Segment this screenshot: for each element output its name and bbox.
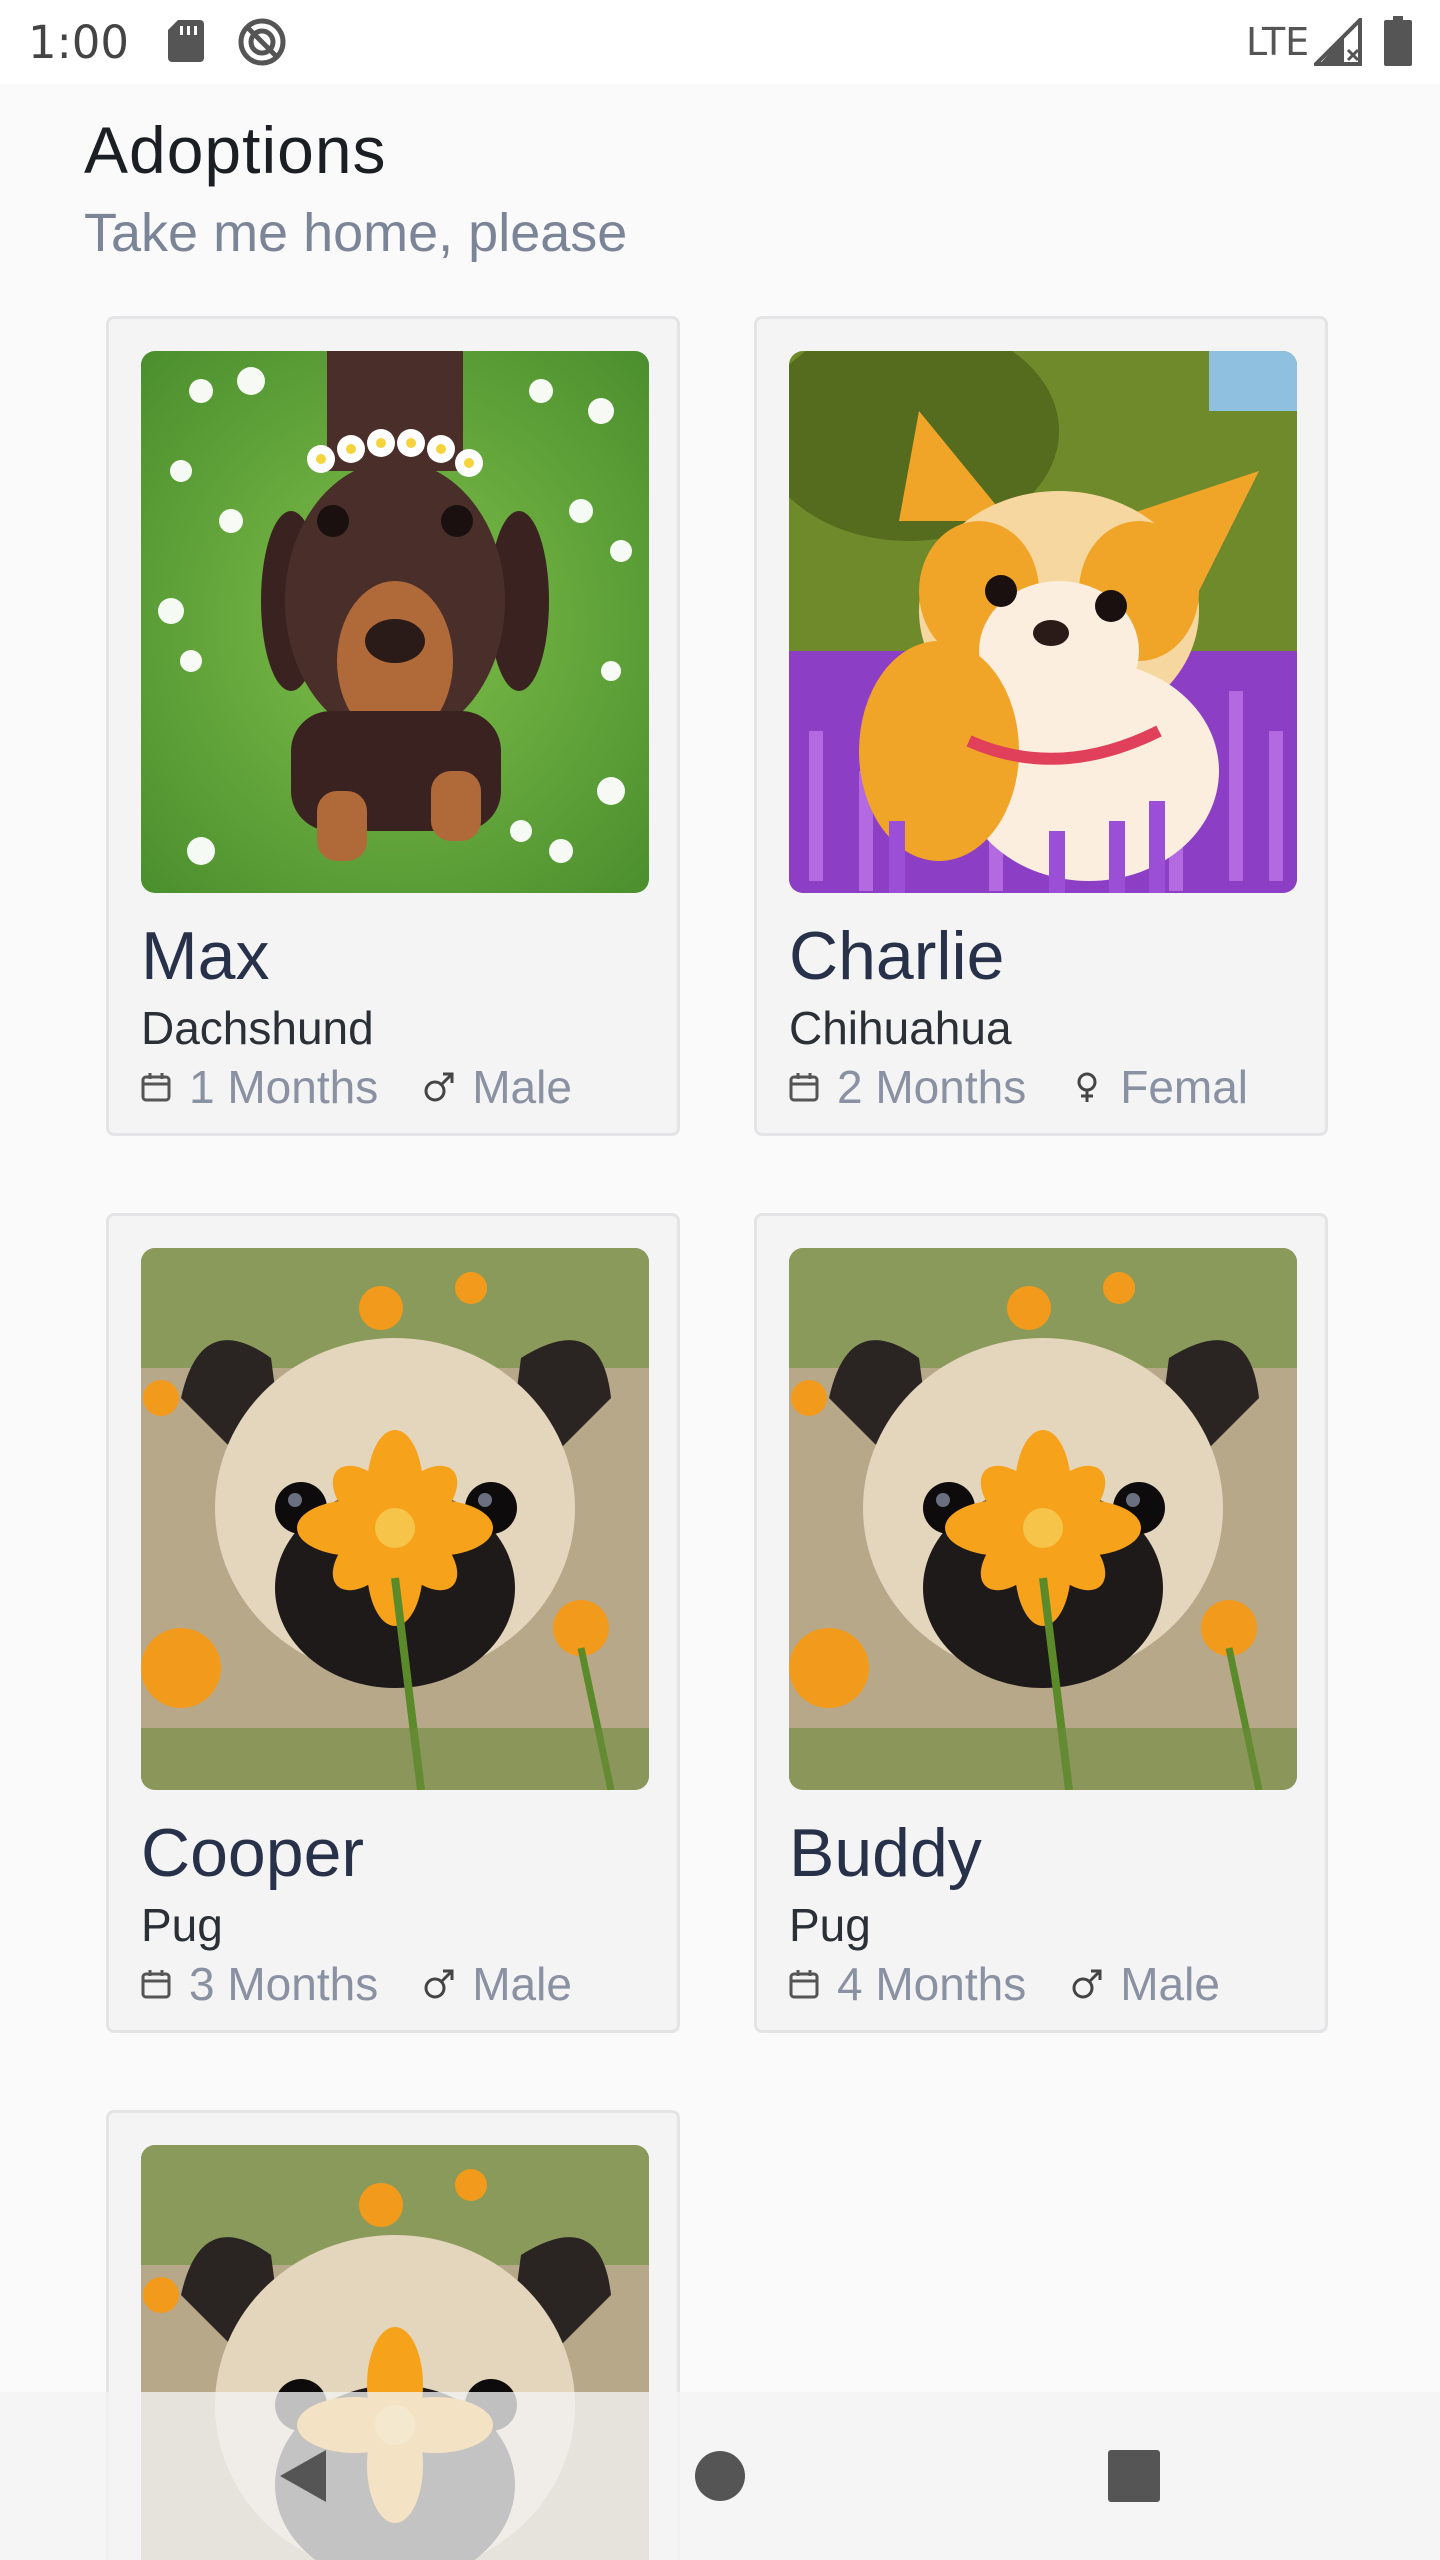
- pet-card-buddy[interactable]: Buddy Pug 4 Months Male: [754, 1213, 1328, 2033]
- page-subtitle: Take me home, please: [84, 203, 628, 263]
- calendar-icon: [789, 1073, 819, 1102]
- pet-name: Cooper: [141, 1815, 365, 1891]
- pet-breed: Pug: [141, 1899, 223, 1951]
- calendar-icon: [141, 1970, 171, 1999]
- male-icon: [424, 1969, 454, 1999]
- battery-icon: [1384, 16, 1412, 66]
- pet-gender: Femal: [1120, 1061, 1249, 1113]
- pug-photo: [789, 1248, 1297, 1790]
- navigation-bar: [0, 2392, 1440, 2560]
- pet-age: 4 Months: [837, 1958, 1027, 2010]
- network-type: LTE: [1246, 20, 1310, 64]
- pet-meta: 1 Months Male: [141, 1057, 572, 1117]
- recents-icon[interactable]: [1108, 2450, 1160, 2502]
- pet-gender: Male: [472, 1061, 572, 1113]
- pet-breed: Chihuahua: [789, 1002, 1012, 1054]
- pet-meta: 3 Months Male: [141, 1954, 572, 2014]
- pet-meta: 4 Months Male: [789, 1954, 1220, 2014]
- pet-age: 2 Months: [837, 1061, 1027, 1113]
- pet-breed: Pug: [789, 1899, 871, 1951]
- female-icon: [1077, 1072, 1097, 1102]
- sd-card-icon: [168, 20, 204, 62]
- pet-name: Buddy: [789, 1815, 982, 1891]
- pet-card-max[interactable]: Max Dachshund 1 Months Male: [106, 316, 680, 1136]
- page-title: Adoptions: [84, 113, 387, 187]
- status-bar: 1:00 LTE: [0, 0, 1440, 84]
- back-icon[interactable]: [274, 2446, 330, 2506]
- male-icon: [424, 1072, 454, 1102]
- status-time: 1:00: [28, 16, 130, 69]
- pet-name: Charlie: [789, 918, 1005, 994]
- pet-card-charlie[interactable]: Charlie Chihuahua 2 Months Femal: [754, 316, 1328, 1136]
- calendar-icon: [789, 1970, 819, 1999]
- pet-card-cooper[interactable]: Cooper Pug 3 Months Male: [106, 1213, 680, 2033]
- dachshund-photo: [141, 351, 649, 893]
- sync-icon: [238, 18, 286, 66]
- pet-name: Max: [141, 918, 270, 994]
- home-icon[interactable]: [694, 2450, 746, 2502]
- pet-breed: Dachshund: [141, 1002, 374, 1054]
- pet-meta: 2 Months Femal: [789, 1057, 1248, 1117]
- pug-photo: [141, 1248, 649, 1790]
- pet-age: 3 Months: [189, 1958, 379, 2010]
- calendar-icon: [141, 1073, 171, 1102]
- page-header: Adoptions Take me home, please: [84, 112, 627, 264]
- chihuahua-photo: [789, 351, 1297, 893]
- pet-age: 1 Months: [189, 1061, 379, 1113]
- signal-icon: [1314, 18, 1362, 66]
- pet-gender: Male: [472, 1958, 572, 2010]
- pet-gender: Male: [1120, 1958, 1220, 2010]
- male-icon: [1072, 1969, 1102, 1999]
